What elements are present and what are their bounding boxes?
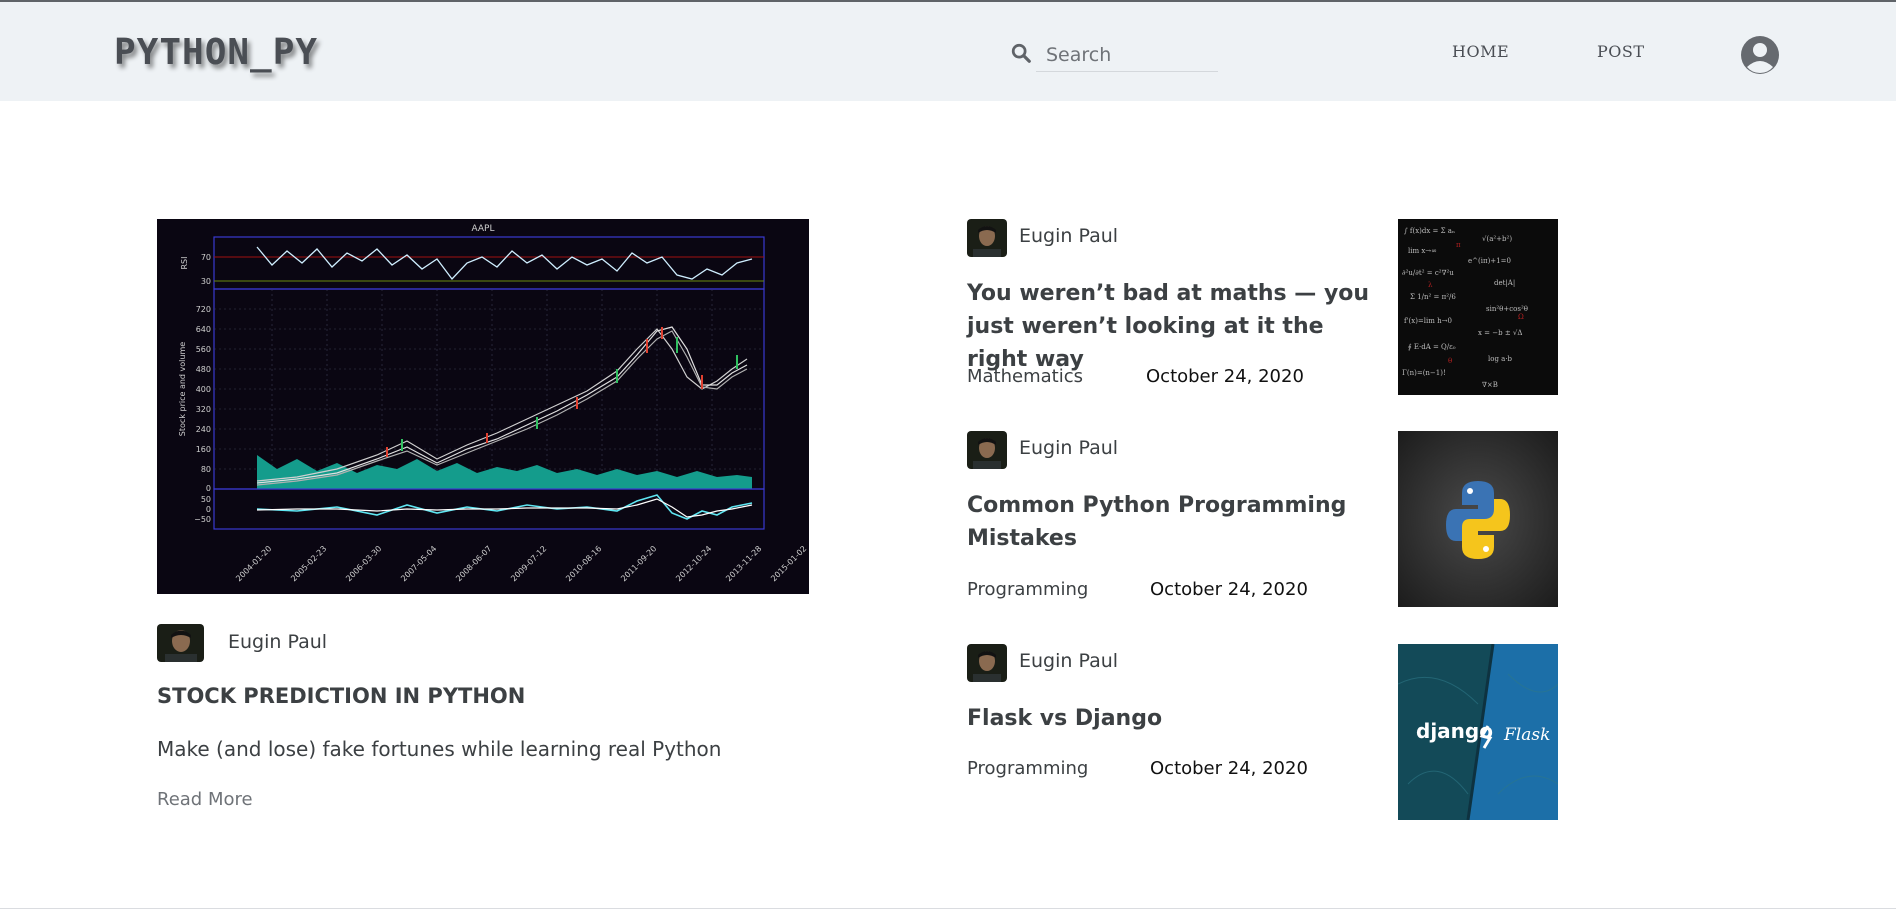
svg-text:160: 160: [196, 445, 211, 454]
nav-post-link[interactable]: POST: [1597, 42, 1645, 61]
svg-text:400: 400: [196, 385, 211, 394]
flask-vs-django-thumbnail[interactable]: django Flask: [1398, 644, 1558, 820]
svg-text:50: 50: [201, 495, 211, 504]
author-avatar: [967, 431, 1007, 469]
featured-chart-image[interactable]: AAPL 720 640 560 480 400 320 240 160 80 …: [157, 219, 809, 594]
post-card[interactable]: Eugin Paul You weren’t bad at maths — yo…: [967, 219, 1560, 395]
svg-text:RSI: RSI: [180, 257, 189, 270]
post-card[interactable]: Eugin Paul Flask vs Django Programming O…: [967, 644, 1560, 820]
svg-text:∂²u/∂t² = c²∇²u: ∂²u/∂t² = c²∇²u: [1402, 269, 1454, 277]
bottom-divider: [0, 908, 1896, 909]
chart-title: AAPL: [471, 224, 494, 234]
post-author-name[interactable]: Eugin Paul: [1019, 225, 1118, 247]
post-author-name[interactable]: Eugin Paul: [1019, 437, 1118, 459]
svg-text:det|A|: det|A|: [1494, 279, 1515, 287]
author-avatar: [157, 624, 204, 662]
nav-home-link[interactable]: HOME: [1452, 42, 1509, 61]
svg-text:30: 30: [201, 277, 211, 286]
svg-text:640: 640: [196, 325, 211, 334]
featured-post-subtitle: Make (and lose) fake fortunes while lear…: [157, 737, 722, 761]
post-date: October 24, 2020: [1150, 758, 1308, 779]
python-logo-thumbnail[interactable]: [1398, 431, 1558, 607]
svg-text:Stock price and volume: Stock price and volume: [178, 342, 187, 436]
svg-text:∮ E·dA = Q/ε₀: ∮ E·dA = Q/ε₀: [1408, 343, 1456, 351]
post-date: October 24, 2020: [1150, 579, 1308, 600]
post-title[interactable]: You weren’t bad at maths — you just were…: [967, 277, 1387, 376]
django-label: django: [1416, 719, 1493, 743]
svg-text:e^(iπ)+1=0: e^(iπ)+1=0: [1468, 257, 1511, 265]
featured-post-title[interactable]: STOCK PREDICTION IN PYTHON: [157, 684, 525, 708]
svg-text:f'(x)=lim h→0: f'(x)=lim h→0: [1404, 317, 1452, 325]
post-author-name[interactable]: Eugin Paul: [1019, 650, 1118, 672]
flask-label: Flask: [1503, 725, 1550, 745]
site-header: PYTHON_PY HOME POST: [0, 2, 1896, 101]
author-avatar: [967, 219, 1007, 257]
svg-text:70: 70: [201, 253, 211, 262]
svg-text:√(a²+b²): √(a²+b²): [1482, 235, 1512, 243]
svg-text:log a·b: log a·b: [1488, 355, 1513, 363]
svg-text:∇×B: ∇×B: [1482, 381, 1498, 389]
user-avatar-icon[interactable]: [1740, 35, 1780, 75]
svg-text:Σ 1/n² = π²/6: Σ 1/n² = π²/6: [1410, 293, 1456, 301]
site-logo[interactable]: PYTHON_PY: [114, 32, 318, 73]
search-input[interactable]: [1036, 38, 1218, 72]
svg-text:sin²θ+cos²θ: sin²θ+cos²θ: [1486, 305, 1528, 313]
svg-text:560: 560: [196, 345, 211, 354]
svg-text:λ: λ: [1428, 281, 1433, 289]
svg-text:720: 720: [196, 305, 211, 314]
post-category[interactable]: Programming: [967, 579, 1088, 600]
svg-text:Ω: Ω: [1518, 313, 1524, 321]
svg-text:−50: −50: [194, 515, 211, 524]
search-icon[interactable]: [1010, 42, 1032, 64]
svg-text:0: 0: [206, 484, 211, 493]
read-more-link[interactable]: Read More: [157, 789, 253, 810]
featured-author-name[interactable]: Eugin Paul: [228, 631, 327, 653]
svg-text:∫ f(x)dx = Σ aₙ: ∫ f(x)dx = Σ aₙ: [1404, 227, 1455, 235]
search-bar: [1010, 38, 1220, 74]
post-category[interactable]: Programming: [967, 758, 1088, 779]
svg-text:240: 240: [196, 425, 211, 434]
post-category[interactable]: Mathematics: [967, 366, 1083, 387]
author-avatar: [967, 644, 1007, 682]
post-title[interactable]: Flask vs Django: [967, 702, 1387, 735]
svg-text:80: 80: [201, 465, 211, 474]
svg-text:480: 480: [196, 365, 211, 374]
svg-text:320: 320: [196, 405, 211, 414]
svg-text:x = −b ± √Δ: x = −b ± √Δ: [1478, 329, 1522, 337]
post-card[interactable]: Eugin Paul Common Python Programming Mis…: [967, 431, 1560, 607]
svg-text:lim x→∞: lim x→∞: [1408, 247, 1437, 255]
svg-text:0: 0: [206, 505, 211, 514]
post-date: October 24, 2020: [1146, 366, 1304, 387]
math-equations-thumbnail[interactable]: ∫ f(x)dx = Σ aₙ √(a²+b²) lim x→∞ e^(iπ)+1=…: [1398, 219, 1558, 395]
post-title[interactable]: Common Python Programming Mistakes: [967, 489, 1387, 555]
svg-text:θ: θ: [1448, 357, 1452, 365]
svg-text:π: π: [1456, 241, 1461, 249]
svg-text:Γ(n)=(n−1)!: Γ(n)=(n−1)!: [1402, 369, 1446, 377]
